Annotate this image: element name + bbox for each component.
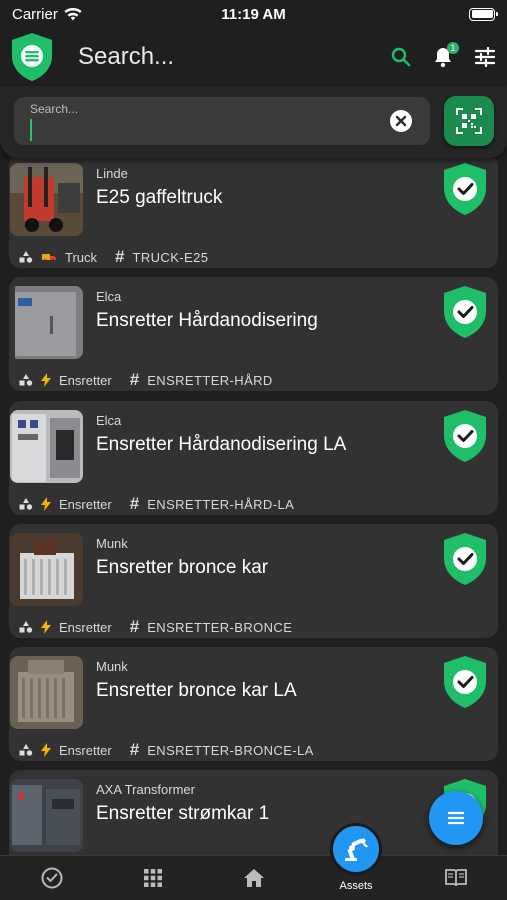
tab-docs[interactable] [444, 866, 468, 890]
lightning-icon [41, 620, 51, 634]
filter-button[interactable] [473, 45, 497, 69]
asset-meta: Truck # TRUCK-E25 [19, 247, 208, 267]
status-ok-shield-icon [444, 533, 486, 585]
asset-type: Ensretter [59, 742, 112, 758]
status-ok-shield-icon [444, 410, 486, 462]
app-logo-shield-icon [12, 33, 52, 81]
tab-tasks[interactable] [40, 866, 64, 890]
check-circle-icon [41, 867, 63, 889]
grid-icon [144, 869, 162, 887]
asset-meta: Ensretter # ENSRETTER-BRONCE-LA [19, 740, 314, 760]
asset-brand: Elca [96, 289, 122, 304]
asset-title: Ensretter bronce kar LA [96, 680, 297, 701]
status-ok-shield-icon [444, 286, 486, 338]
asset-type: Ensretter [59, 372, 112, 388]
asset-type: Ensretter [59, 496, 112, 512]
asset-code: ENSRETTER-BRONCE [147, 619, 293, 635]
asset-card[interactable]: Munk Ensretter bronce kar Ensretter # ENSRET… [9, 524, 498, 638]
asset-thumbnail [10, 410, 83, 483]
asset-thumbnail [10, 656, 83, 729]
asset-thumbnail [10, 286, 83, 359]
asset-code: TRUCK-E25 [132, 249, 209, 265]
search-input[interactable]: Search... [14, 97, 430, 145]
asset-card[interactable]: AXA TransformerEnsretter strømkar 1Ensre… [9, 770, 498, 855]
hash-icon: # [129, 494, 140, 513]
asset-code: ENSRETTER-HÅRD [147, 372, 273, 388]
scan-qr-button[interactable] [444, 96, 494, 146]
qr-scan-icon [456, 108, 482, 134]
robot-arm-icon [345, 838, 368, 861]
truck-icon [42, 254, 56, 263]
asset-code: ENSRETTER-BRONCE-LA [147, 742, 314, 758]
battery-icon [469, 7, 498, 21]
carrier-label: Carrier [12, 5, 58, 23]
asset-title: Ensretter Hårdanodisering LA [96, 434, 347, 455]
asset-brand: Elca [96, 413, 122, 428]
asset-card[interactable]: Linde E25 gaffeltruck Truck # TRUCK-E25 [9, 154, 498, 268]
asset-meta: Ensretter # ENSRETTER-HÅRD [19, 370, 273, 390]
asset-code: ENSRETTER-HÅRD-LA [147, 496, 295, 512]
clock: 11:19 AM [221, 5, 286, 23]
notifications-button[interactable]: 1 [431, 42, 459, 69]
asset-title: Ensretter Hårdanodisering [96, 310, 318, 331]
book-icon [445, 869, 467, 887]
asset-meta: Ensretter # ENSRETTER-HÅRD-LA [19, 494, 294, 514]
asset-brand: Linde [96, 166, 128, 181]
shapes-icon [19, 744, 33, 756]
close-icon [395, 115, 407, 127]
asset-title: Ensretter bronce kar [96, 557, 269, 578]
asset-card[interactable]: Elca Ensretter Hårdanodisering Ensretter # E… [9, 277, 498, 391]
asset-type: Ensretter [59, 619, 112, 635]
shapes-icon [19, 498, 33, 510]
tab-apps[interactable] [141, 866, 165, 890]
search-panel: Search... [0, 86, 507, 158]
asset-brand: Munk [96, 659, 128, 674]
menu-fab-button[interactable] [429, 791, 483, 845]
shapes-icon [19, 374, 33, 386]
asset-brand: AXA Transformer [96, 782, 195, 797]
asset-title: Ensretter strømkar 1 [96, 803, 270, 824]
search-button[interactable] [389, 45, 413, 69]
search-label: Search... [30, 102, 79, 116]
asset-thumbnail [10, 533, 83, 606]
notification-badge: 1 [447, 42, 459, 54]
home-icon [244, 869, 264, 887]
hash-icon: # [115, 247, 125, 266]
asset-card[interactable]: Munk Ensretter bronce kar LA Ensretter # ENS… [9, 647, 498, 761]
asset-thumbnail [10, 163, 83, 236]
asset-list[interactable]: Linde E25 gaffeltruck Truck # TRUCK-E25 Elca E… [0, 150, 507, 855]
hash-icon: # [129, 370, 140, 389]
tab-home[interactable] [242, 866, 266, 890]
sliders-icon [474, 47, 496, 67]
asset-meta: Ensretter # ENSRETTER-BRONCE [19, 617, 292, 637]
tab-assets-label: Assets [339, 880, 373, 892]
lightning-icon [41, 497, 51, 511]
hash-icon: # [129, 617, 140, 636]
lightning-icon [41, 743, 51, 757]
wifi-icon [64, 7, 82, 20]
lightning-icon [41, 373, 51, 387]
text-cursor [30, 119, 32, 141]
page-title: Search... [78, 43, 175, 70]
search-icon [391, 47, 411, 67]
menu-lines-icon [447, 811, 465, 825]
status-bar: Carrier 11:19 AM [0, 0, 507, 28]
asset-type: Truck [65, 249, 98, 265]
status-ok-shield-icon [444, 656, 486, 708]
shapes-icon [19, 621, 33, 633]
asset-brand: Munk [96, 536, 128, 551]
shapes-icon [19, 251, 33, 263]
clear-search-button[interactable] [390, 110, 412, 132]
asset-title: E25 gaffeltruck [96, 187, 223, 208]
hash-icon: # [129, 740, 140, 759]
asset-thumbnail [10, 779, 83, 852]
status-ok-shield-icon [444, 163, 486, 215]
tab-assets[interactable] [330, 823, 382, 875]
app-header: Search... 1 [0, 28, 507, 86]
asset-card[interactable]: Elca Ensretter Hårdanodisering LA Ensrette… [9, 401, 498, 515]
tab-bar [0, 855, 507, 900]
